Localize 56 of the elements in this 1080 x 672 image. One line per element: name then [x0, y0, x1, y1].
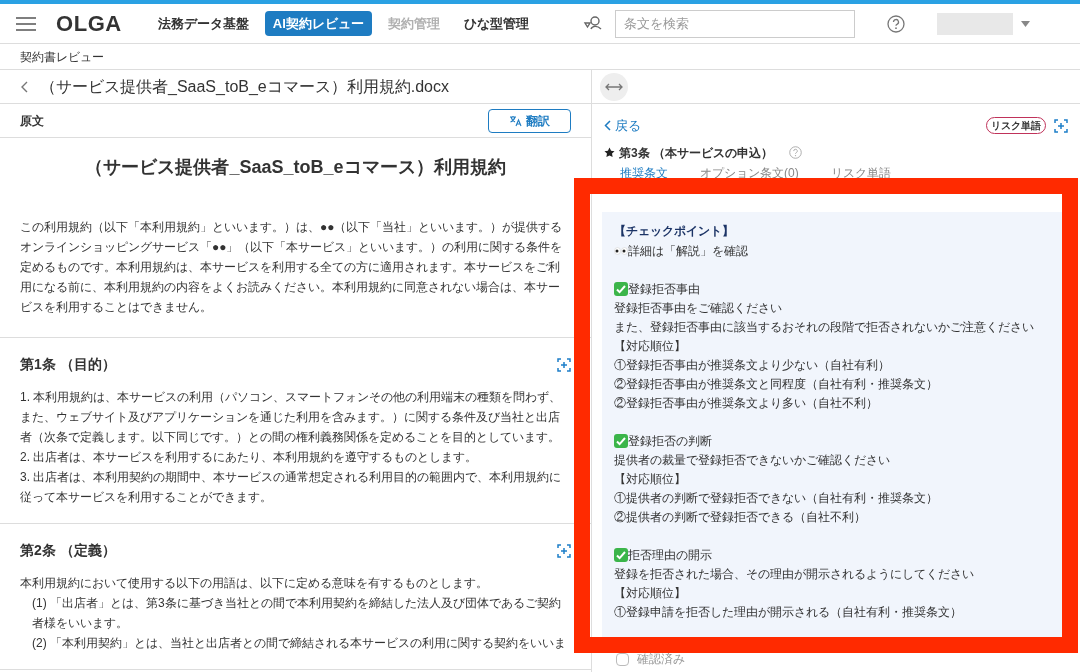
- expand-icon[interactable]: [557, 543, 571, 558]
- expand-icon[interactable]: [557, 357, 571, 372]
- file-name: （サービス提供者_SaaS_toB_eコマース）利用規約.docx: [40, 76, 449, 97]
- checkpoint-heading: 【チェックポイント】: [614, 222, 735, 240]
- back-icon[interactable]: [20, 80, 28, 93]
- star-icon[interactable]: [604, 147, 615, 158]
- check-icon: [614, 548, 628, 562]
- checkpoint-line: ①提供者の判断で登録拒否できない（自社有利・推奨条文）: [614, 489, 938, 507]
- checkpoint-line: また、登録拒否事由に該当するおそれの段階で拒否されないかご注意ください: [614, 318, 1034, 336]
- document-title: （サービス提供者_SaaS_toB_eコマース）利用規約: [84, 156, 507, 179]
- checkpoint-line: 【対応順位】: [614, 470, 686, 488]
- checkpoint-line: 拒否理由の開示: [628, 546, 712, 564]
- expand-icon[interactable]: [1054, 118, 1068, 133]
- article-heading: 第1条 （目的）: [20, 355, 116, 374]
- caret-icon[interactable]: [1021, 20, 1030, 27]
- nav-tab[interactable]: ひな型管理: [455, 10, 537, 37]
- article-paragraph: 3. 出店者は、本利用契約の期間中、本サービスの通常想定される利用目的の範囲内で、本利用規約に従って本サービスを利用することができます。: [20, 469, 563, 506]
- logo: OLGA: [56, 10, 122, 38]
- checkpoint-line: ①登録拒否事由が推奨条文より少ない（自社有利）: [614, 356, 890, 374]
- eyes-icon: [614, 247, 628, 255]
- article-paragraph: (1) 「出店者」とは、第3条に基づき当社との間で本利用契約を締結した法人及び団体であるご契約者様をいいます。: [31, 595, 562, 632]
- tab[interactable]: 推奨条文: [620, 165, 668, 180]
- checkbox-label: 確認済み: [637, 651, 685, 668]
- checkpoint-line: 【対応順位】: [614, 337, 686, 355]
- article-title: 第3条 （本サービスの申込）: [619, 144, 773, 162]
- nav-tab[interactable]: AI契約レビュー: [264, 10, 372, 37]
- back-link[interactable]: 戻る: [604, 116, 641, 136]
- checkpoint-line: 登録拒否事由をご確認ください: [614, 299, 782, 317]
- nav-tab[interactable]: 法務データ基盤: [149, 10, 257, 37]
- checkpoint-line: 登録拒否事由: [628, 280, 700, 298]
- checkpoint-line: 【対応順位】: [614, 584, 686, 602]
- checkpoint-line: 登録を拒否された場合、その理由が開示されるようにしてください: [614, 565, 974, 583]
- checkpoint-line: ②登録拒否事由が推奨条文より多い（自社不利）: [614, 394, 878, 412]
- checkpoint-line: ①登録申請を拒否した理由が開示される（自社有利・推奨条文）: [614, 603, 962, 621]
- article-paragraph: 2. 出店者は、本サービスを利用するにあたり、本利用規約を遵守するものとします。: [20, 449, 479, 466]
- check-icon: [614, 282, 628, 296]
- checkpoint-line: 詳細は「解説」を確認: [628, 242, 748, 260]
- chevron-left-icon: [604, 120, 611, 132]
- search-field[interactable]: 条文を検索: [615, 9, 855, 38]
- article-paragraph: 1. 本利用規約は、本サービスの利用（パソコン、スマートフォンその他の利用端末の種類を問わず、また、ウェブサイト及びアプリケーションを通じた利用を含みます。）に関する条件及び当社と出店者（次条で定義します。以下同じです。）との間の権利義務関係を定めることを目的としています。: [20, 389, 563, 446]
- article-paragraph: 本利用規約において使用する以下の用語は、以下に定める意味を有するものとします。: [20, 575, 489, 592]
- checkpoint-line: 登録拒否の判断: [628, 432, 712, 450]
- article-heading: 第2条 （定義）: [20, 541, 116, 560]
- resize-handle[interactable]: [600, 72, 628, 101]
- menu-icon[interactable]: [16, 16, 36, 31]
- help-icon[interactable]: [887, 14, 905, 33]
- checkpoint-line: 提供者の裁量で登録拒否できないかご確認ください: [614, 451, 890, 469]
- breadcrumb: 契約書レビュー: [0, 44, 1080, 70]
- article-paragraph: (2) 「本利用契約」とは、当社と出店者との間で締結される本サービスの利用に関する契約をいいま: [31, 635, 567, 652]
- checkpoint-line: ②提供者の判断で登録拒否できる（自社不利）: [614, 508, 866, 526]
- intro-paragraph: この利用規約（以下「本利用規約」といいます。）は、●●（以下「当社」といいます。）が提供するオンラインショッピングサービス「●●」（以下「本サービス」といいます。）の利用に関する条件を定めるものです。本利用規約は、本サービスを利用する全ての方に適用されます。本サービスをご利用になる前に、本利用規約の内容をよくお読みください。本利用規約に同意されない場合は、本サービスを利用することはできません。: [0, 217, 591, 338]
- checkpoint-line: ②登録拒否事由が推奨条文と同程度（自社有利・推奨条文）: [614, 375, 938, 393]
- section-label: 原文: [20, 112, 44, 130]
- check-icon: [614, 434, 628, 448]
- translate-icon: [509, 114, 522, 127]
- translate-button[interactable]: 翻訳: [488, 108, 571, 133]
